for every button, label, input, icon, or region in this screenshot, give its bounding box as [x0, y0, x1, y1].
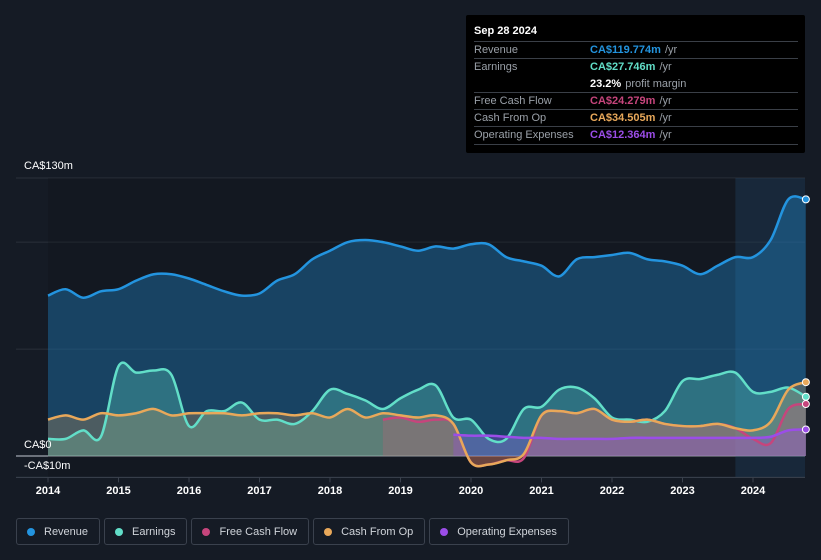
- tooltip-row-opex: Operating Expenses CA$12.364m/yr: [474, 126, 798, 145]
- x-tick-label: 2024: [740, 485, 766, 497]
- tooltip-value: CA$24.279m/yr: [590, 95, 672, 107]
- tooltip-value: CA$34.505m/yr: [590, 112, 672, 124]
- legend-dot-icon: [115, 527, 124, 536]
- x-tick-label: 2014: [35, 485, 61, 497]
- y-axis-zero-label: CA$0: [24, 439, 52, 451]
- cash-from-op-endpoint: [801, 378, 810, 387]
- x-tick-label: 2019: [388, 485, 413, 497]
- legend-item-free-cash-flow[interactable]: Free Cash Flow: [191, 518, 310, 545]
- tooltip-label: Earnings: [474, 61, 518, 73]
- tooltip-value: CA$27.746m/yr: [590, 61, 672, 73]
- tooltip-label: Free Cash Flow: [474, 95, 552, 107]
- x-tick-label: 2016: [176, 485, 202, 497]
- legend-item-cash-from-op[interactable]: Cash From Op: [313, 518, 426, 545]
- revenue-endpoint: [801, 195, 810, 204]
- x-tick-label: 2017: [247, 485, 272, 497]
- y-axis-bottom-label: -CA$10m: [24, 460, 71, 472]
- legend-dot-icon: [440, 527, 449, 536]
- y-axis-top-label: CA$130m: [24, 160, 73, 172]
- x-tick-label: 2020: [458, 485, 484, 497]
- x-tick-label: 2018: [317, 485, 343, 497]
- x-tick-label: 2021: [529, 485, 554, 497]
- legend-dot-icon: [27, 527, 35, 536]
- x-tick-label: 2015: [106, 485, 131, 497]
- legend-item-earnings[interactable]: Earnings: [104, 518, 188, 545]
- free-cash-flow-endpoint: [801, 400, 810, 409]
- legend-item-revenue[interactable]: Revenue: [16, 518, 101, 545]
- legend-item-operating-expenses[interactable]: Operating Expenses: [429, 518, 569, 545]
- x-tick-label: 2022: [599, 485, 625, 497]
- tooltip-profit-margin: 23.2% profit margin: [590, 78, 687, 90]
- x-tick-label: 2023: [670, 485, 695, 497]
- tooltip-row-revenue: Revenue CA$119.774m/yr: [474, 41, 798, 59]
- legend: Revenue Earnings Free Cash Flow Cash Fro…: [16, 518, 569, 545]
- operating-expenses-endpoint: [801, 425, 810, 434]
- tooltip-date: Sep 28 2024: [474, 25, 537, 37]
- earnings-endpoint: [801, 392, 810, 401]
- x-axis-ticks: [16, 476, 805, 483]
- tooltip-value: CA$12.364m/yr: [590, 129, 672, 141]
- tooltip-label: Cash From Op: [474, 112, 547, 124]
- legend-dot-icon: [202, 527, 211, 536]
- tooltip-row-cfo: Cash From Op CA$34.505m/yr: [474, 109, 798, 127]
- tooltip-label: Revenue: [474, 44, 519, 56]
- tooltip-label: Operating Expenses: [474, 129, 574, 141]
- tooltip-value: CA$119.774m/yr: [590, 44, 678, 56]
- tooltip-row-fcf: Free Cash Flow CA$24.279m/yr: [474, 92, 798, 110]
- legend-dot-icon: [324, 527, 333, 536]
- tooltip-row-earnings: Earnings CA$27.746m/yr 23.2% profit margi…: [474, 58, 798, 93]
- tooltip-panel: Sep 28 2024 Revenue CA$119.774m/yr Earni…: [466, 15, 805, 153]
